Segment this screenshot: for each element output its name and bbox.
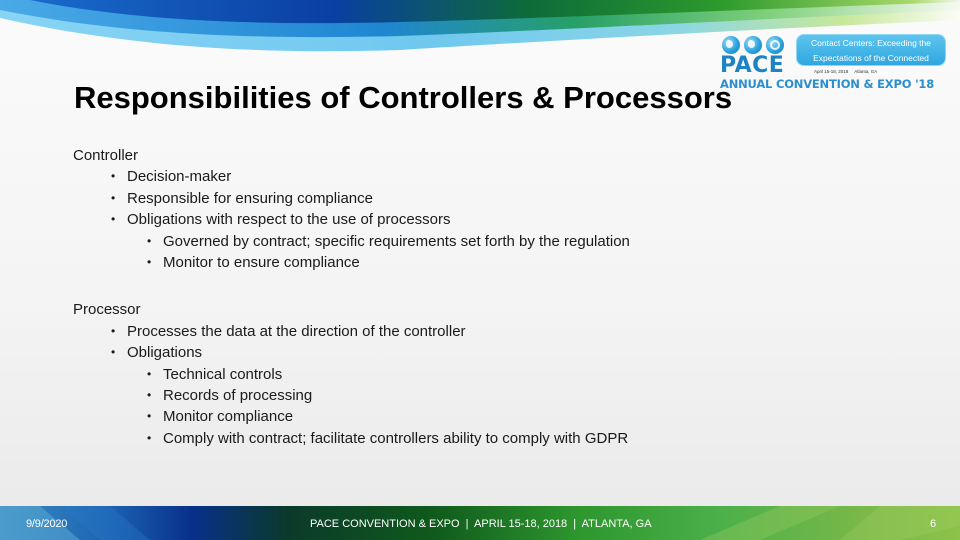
- section-heading-controller: Controller: [73, 147, 139, 164]
- list-item: • Obligations: [73, 342, 630, 363]
- slide-body: Controller • Decision-maker • Responsible …: [73, 145, 630, 449]
- list-item-text: Monitor compliance: [163, 408, 294, 426]
- list-item: • Monitor compliance: [73, 406, 630, 427]
- list-item: • Monitor to ensure compliance: [73, 252, 630, 273]
- logo-tagline: Contact Centers: Exceeding the Expectati…: [796, 34, 946, 78]
- bullet-icon: •: [147, 387, 152, 402]
- logo-brand: PACE: [720, 53, 785, 78]
- list-item: • Records of processing: [73, 385, 630, 406]
- list-item: • Technical controls: [73, 364, 630, 385]
- list-item: • Governed by contract; specific requirem…: [73, 231, 630, 252]
- slide-number: 6: [930, 518, 937, 530]
- list-item: • Responsible for ensuring compliance: [73, 188, 630, 209]
- logo-tagline-line1: Contact Centers: Exceeding the: [810, 38, 931, 48]
- section-heading-processor: Processor: [73, 301, 141, 319]
- at-sign-icon: [766, 36, 784, 54]
- list-item-text: Technical controls: [163, 365, 283, 383]
- list-item-text: Monitor to ensure compliance: [163, 253, 360, 271]
- list-item-text: Records of processing: [163, 386, 313, 404]
- bullet-icon: •: [111, 345, 116, 360]
- logo-icons: [722, 36, 784, 54]
- list-item-text: Obligations with respect to the use of p…: [127, 211, 451, 229]
- list-item: • Comply with contract; facilitate contro…: [73, 428, 630, 449]
- bullet-icon: •: [111, 323, 116, 338]
- bullet-icon: •: [147, 254, 152, 269]
- bullet-icon: •: [147, 409, 152, 424]
- bullet-icon: •: [147, 366, 152, 381]
- list-item-text: Governed by contract; specific requireme…: [163, 232, 630, 250]
- list-item: • Obligations with respect to the use of …: [73, 209, 630, 230]
- list-item-text: Responsible for ensuring compliance: [127, 189, 373, 207]
- list-item-text: Decision-maker: [127, 168, 232, 186]
- bullet-icon: •: [111, 212, 116, 227]
- bullet-icon: •: [147, 430, 152, 445]
- bullet-icon: •: [111, 169, 116, 184]
- list-item: • Decision-maker: [73, 166, 630, 187]
- list-item-text: Obligations: [127, 344, 203, 362]
- list-item-text: Processes the data at the direction of t…: [127, 322, 466, 340]
- slide: PACE Contact Centers: Exceeding the Expe…: [0, 0, 960, 540]
- footer-event-info: PACE CONVENTION & EXPO | APRIL 15-18, 20…: [310, 518, 652, 530]
- logo-event-name: ANNUAL CONVENTION & EXPO '18: [720, 77, 935, 91]
- pace-logo: PACE Contact Centers: Exceeding the Expe…: [718, 34, 948, 96]
- bullet-icon: •: [111, 190, 116, 205]
- footer-date: 9/9/2020: [26, 518, 68, 530]
- list-item-text: Comply with contract; facilitate control…: [163, 429, 629, 447]
- slide-title: Responsibilities of Controllers & Proces…: [74, 80, 733, 115]
- logo-dateline: April 15-18, 2018 Atlanta, GA: [814, 69, 878, 74]
- list-item: • Processes the data at the direction of …: [73, 321, 630, 342]
- bullet-icon: •: [147, 233, 152, 248]
- globe-info-icon: [744, 36, 762, 54]
- globe-phone-icon: [722, 36, 740, 54]
